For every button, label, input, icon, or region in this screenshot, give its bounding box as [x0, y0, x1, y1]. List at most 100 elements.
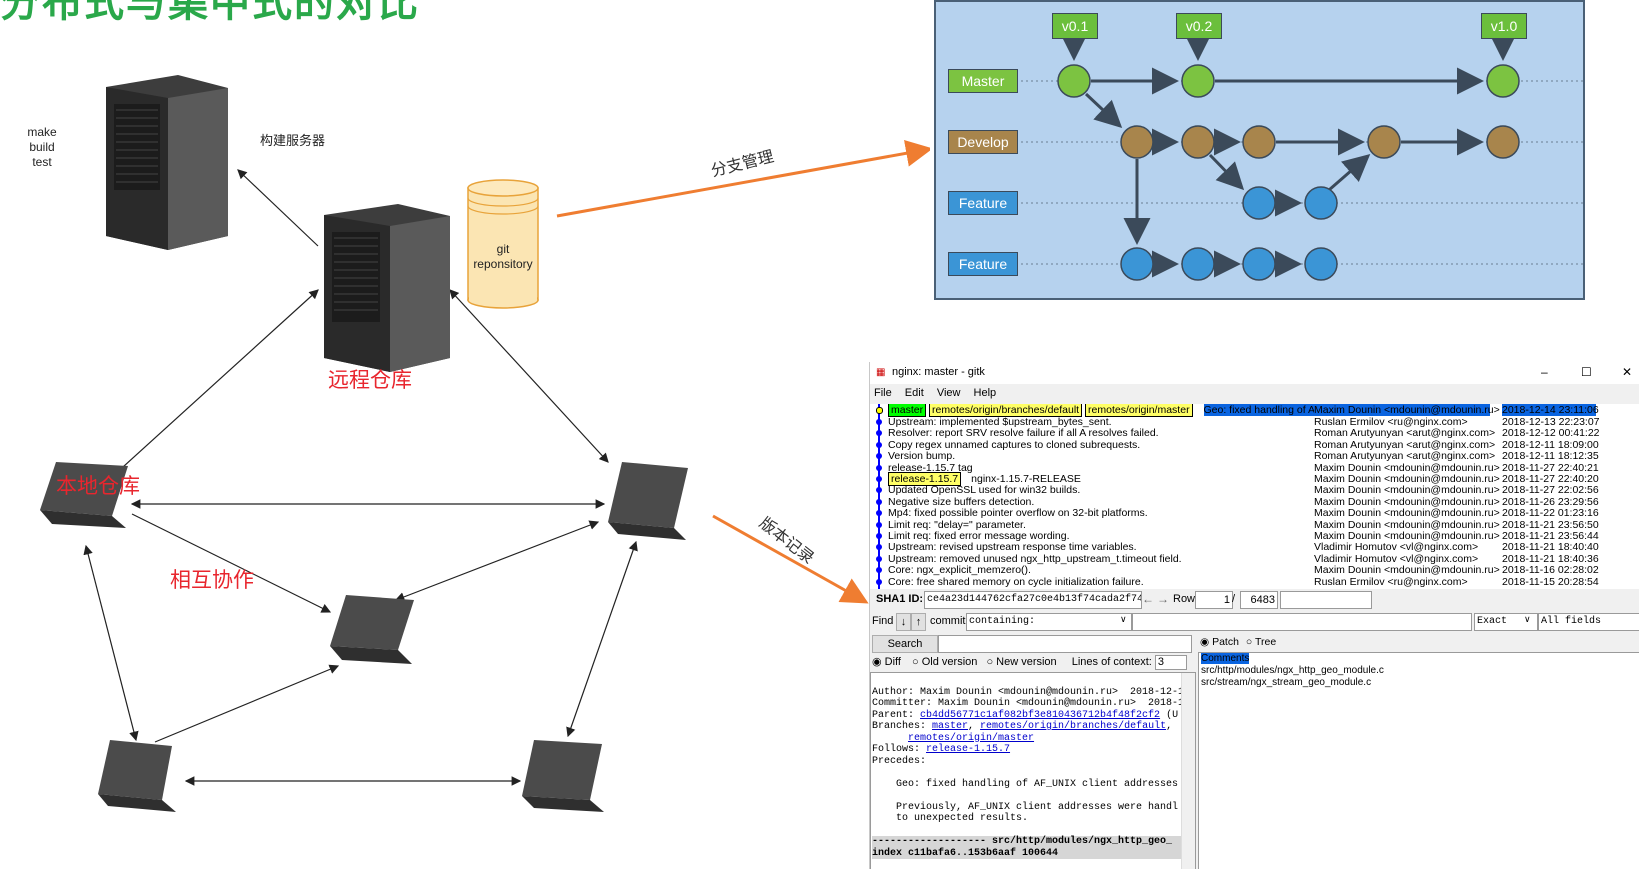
patch-tree-options: ◉ Patch ○ Tree: [1200, 636, 1276, 648]
commit-author: Maxim Dounin <mdounin@mdounin.ru>: [1314, 530, 1500, 542]
develop-commit-5: [1486, 125, 1520, 159]
commit-date: 2018-11-21 18:40:40: [1502, 541, 1599, 554]
remote-repo-label: 远程仓库: [328, 369, 412, 392]
branch-link-origin-master[interactable]: remotes/origin/master: [908, 733, 1034, 744]
branch-label-master: Master: [948, 69, 1018, 93]
commit-row[interactable]: Negative size buffers detection. Maxim Do…: [870, 496, 1639, 508]
patch-radio[interactable]: ◉ Patch: [1200, 636, 1239, 648]
search-input[interactable]: [938, 635, 1192, 653]
commit-dot: [876, 441, 882, 448]
laptop-icon-bottom-right: [522, 740, 604, 812]
commit-date: 2018-11-16 02:28:02: [1502, 564, 1599, 577]
collaborate-label: 相互协作: [170, 569, 254, 592]
find-type-select[interactable]: containing:: [966, 613, 1132, 631]
menu-view[interactable]: View: [937, 387, 961, 399]
sha1-field[interactable]: ce4a23d144762cfa27c0e4b13f74cada2f7486a8: [924, 591, 1142, 609]
commit-dot: [876, 453, 882, 460]
commit-author: Maxim Dounin <mdounin@mdounin.ru>: [1314, 518, 1500, 531]
branch-diagram: v0.1 v0.2 v1.0 Master Develop Feature Fe…: [934, 0, 1585, 300]
link-center-bottomleft: [154, 664, 340, 743]
file-list: Comments src/http/modules/ngx_http_geo_m…: [1198, 652, 1639, 869]
detail-body-3: to unexpected results.: [872, 813, 1029, 824]
commit-dot: [876, 544, 882, 551]
commit-author: Maxim Dounin <mdounin@mdounin.ru>: [1314, 495, 1500, 508]
detail-scrollbar[interactable]: [1181, 673, 1195, 869]
commit-date: 2018-11-27 22:40:20: [1502, 473, 1599, 485]
commit-row[interactable]: release-1.15.7 tag Maxim Dounin <mdounin@…: [870, 462, 1639, 474]
commit-dot: [876, 498, 882, 505]
commit-message: Limit req: "delay=" parameter.: [888, 518, 1026, 531]
forward-arrow-icon[interactable]: →: [1157, 592, 1169, 606]
commit-row[interactable]: Core: free shared memory on cycle initia…: [870, 576, 1639, 588]
head-date: 2018-12-14 23:11:06: [1502, 404, 1599, 416]
feature2-commit-4: [1304, 247, 1338, 281]
network-diagram: [40, 75, 930, 812]
minimize-button[interactable]: –: [1541, 365, 1548, 379]
link-server-laptop-right: [449, 289, 609, 463]
menu-help[interactable]: Help: [974, 387, 997, 399]
commit-message: release-1.15.7 nginx-1.15.7-RELEASE: [888, 472, 1081, 486]
commit-date: 2018-11-27 22:02:56: [1502, 484, 1599, 497]
old-version-radio[interactable]: ○ Old version: [912, 656, 977, 668]
parent-link[interactable]: cb4dd56771c1af082bf3e810436712b4f48f2cf2: [920, 710, 1160, 721]
file-item[interactable]: src/http/modules/ngx_http_geo_module.c: [1201, 665, 1639, 677]
commit-dot: [876, 419, 882, 425]
row-label: Row: [1173, 593, 1196, 605]
diff-radio[interactable]: ◉ Diff: [872, 656, 901, 668]
commit-author: Roman Arutyunyan <arut@nginx.com>: [1314, 438, 1496, 451]
commit-row[interactable]: Copy regex unnamed captures to cloned su…: [870, 439, 1639, 451]
commit-date: 2018-11-21 18:40:36: [1502, 552, 1599, 565]
sha1-label: SHA1 ID:: [876, 593, 924, 605]
commit-row[interactable]: Upstream: implemented $upstream_bytes_se…: [870, 416, 1639, 428]
file-item[interactable]: src/stream/ngx_stream_geo_module.c: [1201, 677, 1639, 689]
commit-author: Vladimir Homutov <vl@nginx.com>: [1314, 541, 1479, 554]
head-message: Geo: fixed handling of A: [1203, 404, 1315, 416]
link-server-local: [101, 289, 319, 487]
head-author: Maxim Dounin <mdounin@mdounin.ru>: [1314, 404, 1500, 416]
row-field[interactable]: 1: [1195, 591, 1233, 609]
lines-of-context-field[interactable]: 3: [1154, 655, 1187, 670]
commit-row[interactable]: Limit req: "delay=" parameter. Maxim Doun…: [870, 519, 1639, 531]
detail-diff-header: ------------------- src/http/modules/ngx…: [872, 836, 1185, 848]
detail-index-line: index c11bafa6..153b6aaf 100644: [872, 847, 1185, 859]
commit-author: Roman Arutyunyan <arut@nginx.com>: [1314, 427, 1496, 440]
commit-message: Negative size buffers detection.: [888, 495, 1035, 508]
develop-commit-2: [1181, 125, 1215, 159]
commit-dot: [876, 487, 882, 494]
commit-row[interactable]: Resolver: report SRV resolve failure if …: [870, 427, 1639, 439]
commit-row[interactable]: Core: ngx_explicit_memzero(). Maxim Douni…: [870, 564, 1639, 576]
close-button[interactable]: ✕: [1622, 365, 1632, 379]
commit-row[interactable]: Upstream: revised upstream response time…: [870, 541, 1639, 553]
comments-item[interactable]: Comments: [1201, 653, 1250, 664]
progress-field: [1280, 591, 1372, 609]
chevron-down-icon[interactable]: ∨: [1120, 614, 1127, 625]
gitk-title-bar: ▦ nginx: master - gitk – ☐ ✕: [870, 362, 1639, 384]
follows-link[interactable]: release-1.15.7: [926, 744, 1010, 755]
branch-link-master[interactable]: master: [932, 721, 968, 732]
detail-committer: Committer: Maxim Dounin <mdounin@mdounin…: [872, 698, 1185, 709]
menu-edit[interactable]: Edit: [905, 387, 924, 399]
maximize-button[interactable]: ☐: [1581, 365, 1592, 379]
laptop-icon-center: [330, 595, 414, 664]
commit-row[interactable]: Updated OpenSSL used for win32 builds. Ma…: [870, 484, 1639, 496]
gitk-app-icon: ▦: [876, 367, 886, 378]
commit-row[interactable]: release-1.15.7 nginx-1.15.7-RELEASE Maxim …: [870, 472, 1639, 486]
commit-row[interactable]: Limit req: fixed error message wording. M…: [870, 530, 1639, 542]
commit-row[interactable]: Mp4: fixed possible pointer overflow on …: [870, 507, 1639, 519]
commit-date: 2018-12-11 18:09:00: [1502, 438, 1599, 451]
find-up-button[interactable]: ↑: [911, 613, 926, 631]
detail-body-2: Previously, AF_UNIX client addresses wer…: [872, 801, 1179, 813]
back-arrow-icon[interactable]: ←: [1142, 592, 1154, 606]
branch-link-origin-default[interactable]: remotes/origin/branches/default: [980, 721, 1166, 732]
menu-file[interactable]: File: [874, 387, 892, 399]
new-version-radio[interactable]: ○ New version: [986, 656, 1056, 668]
tree-radio[interactable]: ○ Tree: [1246, 636, 1276, 648]
commit-row[interactable]: Upstream: removed unused ngx_http_upstre…: [870, 553, 1639, 565]
commit-row[interactable]: Version bump. Roman Arutyunyan <arut@ngin…: [870, 450, 1639, 462]
commit-author: Maxim Dounin <mdounin@mdounin.ru>: [1314, 484, 1500, 497]
find-down-button[interactable]: ↓: [896, 613, 911, 631]
gitk-window-title: nginx: master - gitk: [892, 366, 985, 378]
link-local-center: [131, 513, 332, 613]
feature2-commit-2: [1181, 247, 1215, 281]
search-button[interactable]: Search: [872, 635, 938, 653]
